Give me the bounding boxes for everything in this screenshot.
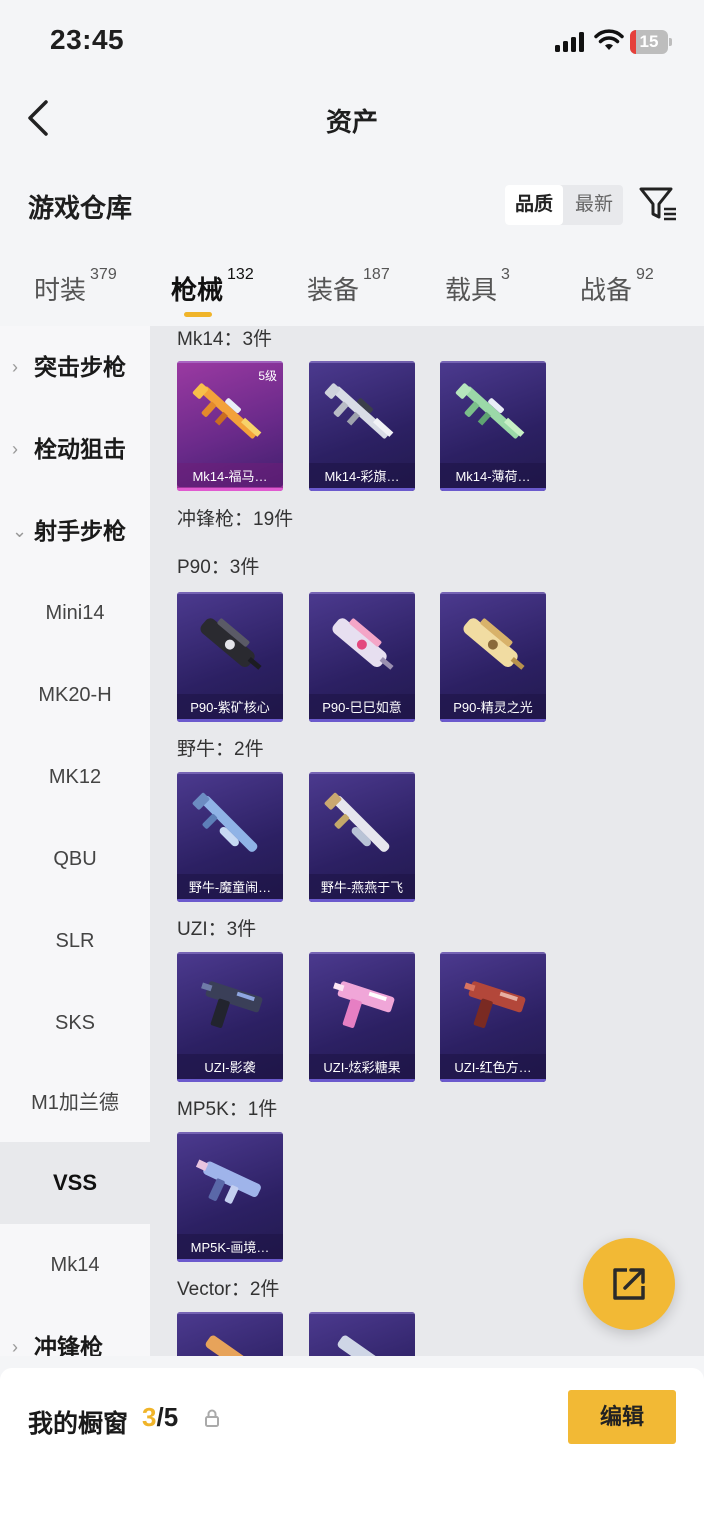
sidebar-item-slr[interactable]: SLR [0, 900, 150, 982]
rifle-skin-icon [324, 383, 394, 439]
share-icon [613, 1268, 645, 1300]
tab-vehicles[interactable]: 载具3 [445, 266, 510, 307]
section-title-uzi: UZI：3件 [177, 919, 257, 940]
status-time: 23:45 [50, 24, 125, 55]
smg-skin-icon [200, 618, 262, 670]
section-title-mp5k: MP5K：1件 [177, 1099, 278, 1120]
skin-name: 野牛-魔童闹… [177, 874, 283, 902]
tab-fashion[interactable]: 时装379 [34, 266, 117, 307]
skin-name: UZI-红色方… [440, 1054, 546, 1082]
chevron-right-icon: › [12, 1337, 18, 1356]
showcase-count: 3/5 [142, 1402, 179, 1432]
sidebar-item-mini14[interactable]: Mini14 [0, 572, 150, 654]
skin-card[interactable]: P90-紫矿核心 [177, 592, 283, 722]
sidebar-item-sks[interactable]: SKS [0, 982, 150, 1064]
smg-skin-icon [205, 1335, 260, 1356]
sidebar-item-assault-rifle[interactable]: › 突击步枪 [0, 326, 150, 408]
sidebar-item-marksman-rifle[interactable]: ⌄ 射手步枪 [0, 490, 150, 572]
battery-percent: 15 [639, 32, 659, 51]
section-title-mk14: Mk14：3件 [177, 329, 273, 350]
skin-card[interactable]: Mk14-彩旗… [309, 361, 415, 491]
warehouse-header: 游戏仓库 品质 最新 [0, 176, 704, 236]
skin-name: UZI-炫彩糖果 [309, 1054, 415, 1082]
cellular-signal-icon [555, 32, 587, 52]
page-title: 资产 [325, 107, 378, 137]
skin-name: P90-紫矿核心 [177, 694, 283, 722]
sort-quality-button[interactable]: 品质 [505, 185, 563, 225]
sidebar-item-m1-garand[interactable]: M1加兰德 [0, 1062, 150, 1144]
skin-name: 野牛-燕燕于飞 [309, 874, 415, 902]
battery-icon: 15 [630, 30, 672, 54]
sidebar-item-qbu[interactable]: QBU [0, 818, 150, 900]
rifle-skin-icon [192, 383, 262, 439]
smg-skin-icon [192, 792, 258, 852]
sidebar-item-bolt-sniper[interactable]: › 栓动狙击 [0, 408, 150, 490]
chevron-down-icon: ⌄ [12, 521, 28, 541]
pistol-skin-icon [333, 981, 395, 1028]
filter-icon[interactable] [638, 184, 678, 224]
skin-card[interactable]: MP5K-画境… [177, 1132, 283, 1262]
skin-name: Mk14-薄荷… [440, 463, 546, 491]
sidebar-item-mk20h[interactable]: MK20-H [0, 654, 150, 736]
skin-card[interactable]: UZI-红色方… [440, 952, 546, 1082]
section-title-bizon: 野牛：2件 [177, 739, 264, 760]
sidebar-item-vss[interactable]: VSS [0, 1142, 150, 1224]
skin-name: P90-精灵之光 [440, 694, 546, 722]
skin-card[interactable]: 野牛-魔童闹… [177, 772, 283, 902]
chevron-right-icon: › [12, 357, 18, 377]
section-title-vector: Vector：2件 [177, 1279, 280, 1300]
edit-button[interactable]: 编辑 [568, 1390, 676, 1444]
sidebar-item-mk12[interactable]: MK12 [0, 736, 150, 818]
category-tabs: 时装379 枪械132 装备187 载具3 战备92 [0, 262, 704, 322]
showcase-title: 我的橱窗 [28, 1410, 129, 1438]
skin-card[interactable]: P90-巳巳如意 [309, 592, 415, 722]
weapon-grid: Mk14：3件 5级 Mk14-福马… Mk14-彩旗… Mk14-薄荷… 冲锋… [150, 326, 704, 1356]
sort-toggle: 品质 最新 [505, 185, 623, 225]
sidebar-item-mk14[interactable]: Mk14 [0, 1224, 150, 1306]
skin-card[interactable]: UZI-炫彩糖果 [309, 952, 415, 1082]
share-button[interactable] [583, 1238, 675, 1330]
lock-icon [205, 1409, 219, 1427]
tab-firearms[interactable]: 枪械132 [171, 266, 254, 307]
status-bar: 23:45 15 [0, 0, 704, 84]
tab-equipment[interactable]: 装备187 [307, 266, 390, 307]
weapon-type-sidebar: › 突击步枪 › 栓动狙击 ⌄ 射手步枪 Mini14 MK20-H MK12 QBU… [0, 326, 150, 1356]
rifle-skin-icon [455, 383, 525, 439]
nav-bar: 资产 [0, 84, 704, 154]
wifi-icon [594, 29, 624, 50]
skin-name: Mk14-彩旗… [309, 463, 415, 491]
warehouse-title: 游戏仓库 [28, 193, 133, 223]
skin-card[interactable]: Mk14-薄荷… [440, 361, 546, 491]
section-title-smg: 冲锋枪：19件 [177, 509, 294, 530]
sidebar-item-smg[interactable]: › 冲锋枪 [0, 1306, 150, 1356]
skin-name: MP5K-画境… [177, 1234, 283, 1262]
section-title-p90: P90：3件 [177, 557, 260, 578]
skin-card[interactable]: P90-精灵之光 [440, 592, 546, 722]
smg-skin-icon [195, 1159, 261, 1204]
skin-card[interactable]: 5级 Mk14-福马… [177, 361, 283, 491]
chevron-right-icon: › [12, 439, 18, 459]
smg-skin-icon [324, 792, 390, 852]
skin-name: UZI-影袭 [177, 1054, 283, 1082]
skin-name: Mk14-福马… [177, 463, 283, 491]
tab-supplies[interactable]: 战备92 [580, 266, 654, 307]
pistol-skin-icon [201, 981, 263, 1028]
skin-name: P90-巳巳如意 [309, 694, 415, 722]
skin-card[interactable]: UZI-影袭 [177, 952, 283, 1082]
skin-card[interactable] [177, 1312, 283, 1356]
sort-latest-button[interactable]: 最新 [565, 185, 623, 225]
smg-skin-icon [337, 1335, 392, 1356]
smg-skin-icon [332, 618, 394, 670]
skin-card[interactable]: 野牛-燕燕于飞 [309, 772, 415, 902]
showcase-bar: 我的橱窗 3/5 编辑 [0, 1368, 704, 1523]
smg-skin-icon [463, 618, 525, 670]
pistol-skin-icon [464, 981, 526, 1028]
skin-card[interactable] [309, 1312, 415, 1356]
active-tab-indicator [184, 312, 212, 317]
